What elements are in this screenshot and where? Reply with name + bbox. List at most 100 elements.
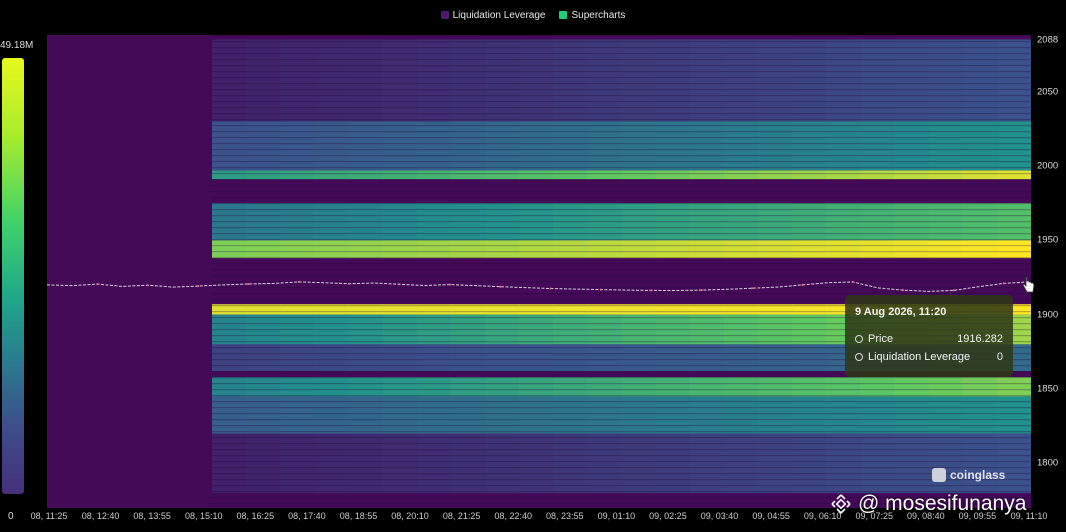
heatmap-cell — [894, 39, 930, 122]
heatmap-cell — [485, 39, 520, 122]
heatmap-cell — [212, 170, 247, 180]
price-point — [297, 280, 300, 283]
heatmap-cell — [212, 344, 247, 372]
price-axis: 2088 2050 2000 1950 1900 1850 1800 — [1031, 35, 1066, 508]
heatmap-cell — [860, 377, 896, 397]
heatmap-cell — [826, 170, 861, 180]
price-point — [197, 285, 200, 288]
time-tick-label: 08, 18:55 — [339, 511, 378, 521]
heatmap-cell — [382, 170, 418, 180]
price-tick-label: 2050 — [1037, 86, 1059, 98]
heatmap-cell — [280, 344, 315, 372]
heatmap-stripe — [212, 275, 1031, 277]
heatmap-stripe — [212, 71, 1031, 73]
heatmap-stripe — [212, 431, 1031, 433]
heatmap-stripe — [212, 203, 1031, 205]
user-watermark: @ mosesifunanya — [830, 492, 1026, 516]
heatmap-stripe — [212, 233, 1031, 235]
legend-item-liquidation-leverage[interactable]: Liquidation Leverage — [440, 10, 545, 21]
time-tick-label: 08, 11:25 — [30, 511, 68, 521]
heatmap-stripe — [212, 149, 1031, 151]
heatmap-cell — [962, 121, 998, 171]
heatmap-cell — [382, 240, 418, 259]
heatmap-cell — [826, 377, 861, 397]
tooltip-value-price: 1916.282 — [957, 333, 1003, 345]
heatmap-cell — [723, 433, 759, 494]
time-tick-label: 09, 01:10 — [597, 511, 636, 521]
heatmap-stripe — [212, 455, 1031, 457]
heatmap-cell — [280, 433, 315, 494]
heatmap-stripe — [212, 473, 1031, 475]
heatmap-stripe — [212, 395, 1031, 397]
tooltip-title: 9 Aug 2026, 11:20 — [855, 306, 947, 318]
legend-item-supercharts[interactable]: Supercharts — [559, 10, 625, 21]
heatmap-cell — [860, 170, 896, 180]
heatmap-cell — [826, 240, 861, 259]
heatmap-cell — [894, 433, 930, 494]
heatmap-stripe — [212, 89, 1031, 91]
legend-swatch-liquidation-leverage — [440, 11, 449, 19]
heatmap-cell — [587, 344, 623, 372]
heatmap-stripe — [212, 173, 1031, 175]
tooltip-value-liquidation-leverage: 0 — [996, 351, 1003, 363]
heatmap-stripe — [212, 125, 1031, 127]
heatmap-cell — [246, 344, 281, 372]
price-point — [650, 289, 653, 292]
heatmap-cell — [450, 344, 486, 372]
heatmap-cell — [212, 39, 247, 122]
heatmap-stripe — [212, 65, 1031, 67]
heatmap-cell — [382, 433, 418, 494]
heatmap-cell — [928, 170, 964, 180]
heatmap-cell — [382, 121, 418, 171]
heatmap-cell — [689, 121, 725, 171]
time-tick-label: 08, 12:40 — [81, 511, 120, 521]
heatmap-cell — [348, 121, 384, 171]
heatmap-cell — [450, 377, 486, 397]
heatmap-cell — [723, 170, 759, 180]
heatmap-stripe — [212, 407, 1031, 409]
heatmap-cell — [860, 121, 896, 171]
heatmap-cell — [314, 377, 350, 397]
price-point — [47, 283, 48, 286]
heatmap-cell — [587, 377, 623, 397]
tooltip-dot-icon — [855, 353, 863, 361]
heatmap-cell — [553, 39, 588, 122]
heatmap-cell — [621, 377, 657, 397]
heatmap-cell — [860, 240, 896, 259]
time-tick-label: 09, 04:55 — [752, 511, 790, 521]
heatmap-stripe — [212, 239, 1031, 241]
heatmap-cell — [962, 240, 998, 259]
heatmap-stripe — [212, 413, 1031, 415]
heatmap-cell — [758, 121, 793, 171]
heatmap-stripe — [212, 419, 1031, 421]
heatmap-plot-area[interactable] — [47, 35, 1031, 508]
coinglass-logo-icon — [932, 468, 946, 482]
heatmap-cell — [860, 433, 896, 494]
heatmap-cell — [928, 433, 964, 494]
heatmap-cell — [689, 377, 725, 397]
heatmap-cell — [553, 240, 588, 259]
price-point — [96, 283, 99, 286]
heatmap-stripe — [212, 53, 1031, 55]
heatmap-stripe — [212, 59, 1031, 61]
heatmap-cell — [246, 377, 281, 397]
heatmap-cell — [416, 240, 452, 259]
heatmap-cell — [792, 344, 827, 372]
heatmap-stripe — [212, 485, 1031, 487]
heatmap-stripe — [212, 479, 1031, 481]
heatmap-cell — [280, 377, 315, 397]
binance-logo-icon — [831, 494, 851, 514]
heatmap-cell — [689, 170, 725, 180]
heatmap-cell — [348, 377, 384, 397]
heatmap-stripe — [212, 227, 1031, 229]
price-tick-label: 1800 — [1037, 457, 1059, 469]
price-point — [549, 287, 552, 290]
tooltip-label-price: Price — [868, 333, 894, 345]
heatmap-cell — [280, 170, 315, 180]
time-tick-label: 08, 23:55 — [546, 511, 584, 521]
heatmap-cell — [758, 39, 793, 122]
heatmap-cell — [485, 433, 520, 494]
heatmap-stripe — [212, 263, 1031, 265]
heatmap-cell — [246, 433, 281, 494]
liquidation-heatmap[interactable] — [47, 35, 1031, 508]
